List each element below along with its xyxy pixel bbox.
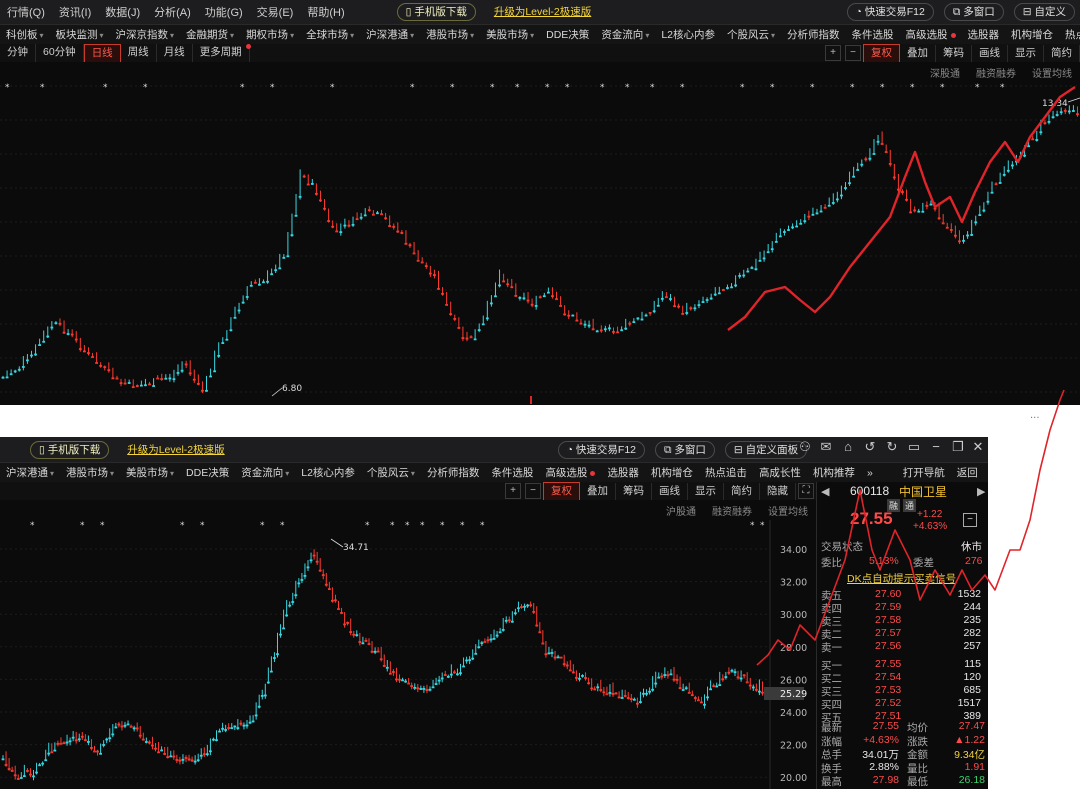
hand-drawn-trend-line: ··· — [756, 389, 1065, 666]
dotted-marker: ··· — [1030, 413, 1040, 424]
trend-line-bottom — [756, 389, 1065, 666]
